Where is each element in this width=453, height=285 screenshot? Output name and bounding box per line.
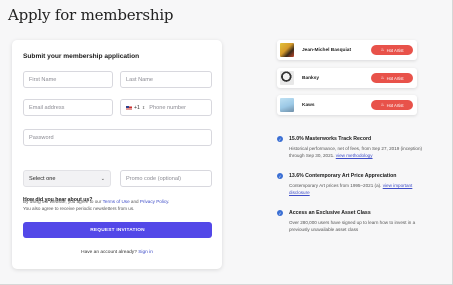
hot-artist-label: Hot Artist xyxy=(386,75,404,81)
checkmark-icon: ✓ xyxy=(277,210,283,216)
feature-price-appreciation: ✓ 13.6% Contemporary Art Price Appreciat… xyxy=(277,173,427,201)
flame-icon: ♨ xyxy=(380,75,385,80)
legal-suffix: . xyxy=(168,199,170,204)
email-placeholder: Email address xyxy=(29,104,65,111)
promo-code-input[interactable]: Promo code (optional) xyxy=(120,170,212,187)
signin-prompt: Have an account already? Sign in xyxy=(12,250,222,255)
signin-prompt-text: Have an account already? xyxy=(81,250,139,255)
artist-name: Banksy xyxy=(302,75,320,81)
hot-artist-label: Hot Artist xyxy=(386,47,404,53)
basquiat-thumbnail xyxy=(280,43,294,57)
sign-in-link[interactable]: Sign in xyxy=(138,250,153,255)
artist-card-basquiat[interactable]: Jean-Michel Basquiat ♨ Hot Artist xyxy=(277,40,417,60)
newsletter-text: You also agree to receive periodic newsl… xyxy=(23,206,135,211)
artist-card-banksy[interactable]: Banksy ♨ Hot Artist xyxy=(277,68,417,88)
password-placeholder: Password xyxy=(29,134,54,141)
kaws-thumbnail xyxy=(280,98,294,112)
feature-title: Access an Exclusive Asset Class xyxy=(289,210,371,216)
privacy-policy-link[interactable]: Privacy Policy xyxy=(140,199,168,204)
flame-icon: ♨ xyxy=(380,47,385,52)
page-frame: Apply for membership Submit your members… xyxy=(0,0,453,285)
email-input[interactable]: Email address xyxy=(23,99,113,116)
artist-name: Kaws xyxy=(302,102,315,108)
hot-artist-badge: ♨ Hot Artist xyxy=(371,73,413,83)
first-name-input[interactable]: First Name xyxy=(23,71,113,88)
us-flag-icon xyxy=(126,105,132,110)
view-methodology-link[interactable]: view methodology xyxy=(336,153,373,158)
checkmark-icon: ✓ xyxy=(277,136,283,142)
phone-placeholder: Phone number xyxy=(149,104,186,111)
feature-title: 13.6% Contemporary Art Price Appreciatio… xyxy=(289,173,397,179)
feature-description-text: Contemporary Art prices from 1995–2021 (… xyxy=(289,183,382,188)
artist-card-kaws[interactable]: Kaws ♨ Hot Artist xyxy=(277,95,417,115)
phone-input[interactable]: +1 ⇕ Phone number xyxy=(120,99,212,116)
chevron-down-icon: ⌄ xyxy=(100,175,105,182)
referral-select[interactable]: Select one ⌄ xyxy=(23,170,111,187)
feature-exclusive-asset: ✓ Access an Exclusive Asset Class Over 2… xyxy=(277,210,427,238)
legal-prefix: By using our website, you agree to our xyxy=(23,199,103,204)
banksy-thumbnail xyxy=(280,71,294,85)
legal-text: By using our website, you agree to our T… xyxy=(23,198,213,212)
feature-track-record: ✓ 15.0% Masterworks Track Record Histori… xyxy=(277,136,427,164)
artist-name: Jean-Michel Basquiat xyxy=(302,47,352,53)
feature-title: 15.0% Masterworks Track Record xyxy=(289,136,372,142)
referral-selected-value: Select one xyxy=(29,175,56,182)
hot-artist-badge: ♨ Hot Artist xyxy=(371,100,413,110)
promo-placeholder: Promo code (optional) xyxy=(126,175,182,182)
feature-description: Over 280,000 users have signed up to lea… xyxy=(289,219,429,233)
first-name-placeholder: First Name xyxy=(29,76,57,83)
country-code-select[interactable]: +1 ⇕ xyxy=(126,105,145,111)
country-code: +1 xyxy=(134,104,140,111)
hot-artist-badge: ♨ Hot Artist xyxy=(371,45,413,55)
last-name-placeholder: Last Name xyxy=(126,76,154,83)
flame-icon: ♨ xyxy=(380,102,385,107)
checkmark-icon: ✓ xyxy=(277,173,283,179)
feature-description-text: Over 280,000 users have signed up to lea… xyxy=(289,220,416,232)
terms-of-use-link[interactable]: Terms of Use xyxy=(103,199,130,204)
hot-artist-label: Hot Artist xyxy=(386,102,404,108)
password-input[interactable]: Password xyxy=(23,129,212,146)
updown-chevron-icon: ⇕ xyxy=(141,104,146,110)
page-title: Apply for membership xyxy=(8,6,174,24)
request-invitation-button[interactable]: REQUEST INVITATION xyxy=(23,222,212,238)
last-name-input[interactable]: Last Name xyxy=(120,71,212,88)
legal-and: and xyxy=(129,199,140,204)
feature-description: Contemporary Art prices from 1995–2021 (… xyxy=(289,182,429,196)
form-title: Submit your membership application xyxy=(23,53,140,60)
feature-description: Historical performance, net of fees, fro… xyxy=(289,145,429,159)
membership-form-card: Submit your membership application First… xyxy=(12,40,222,269)
